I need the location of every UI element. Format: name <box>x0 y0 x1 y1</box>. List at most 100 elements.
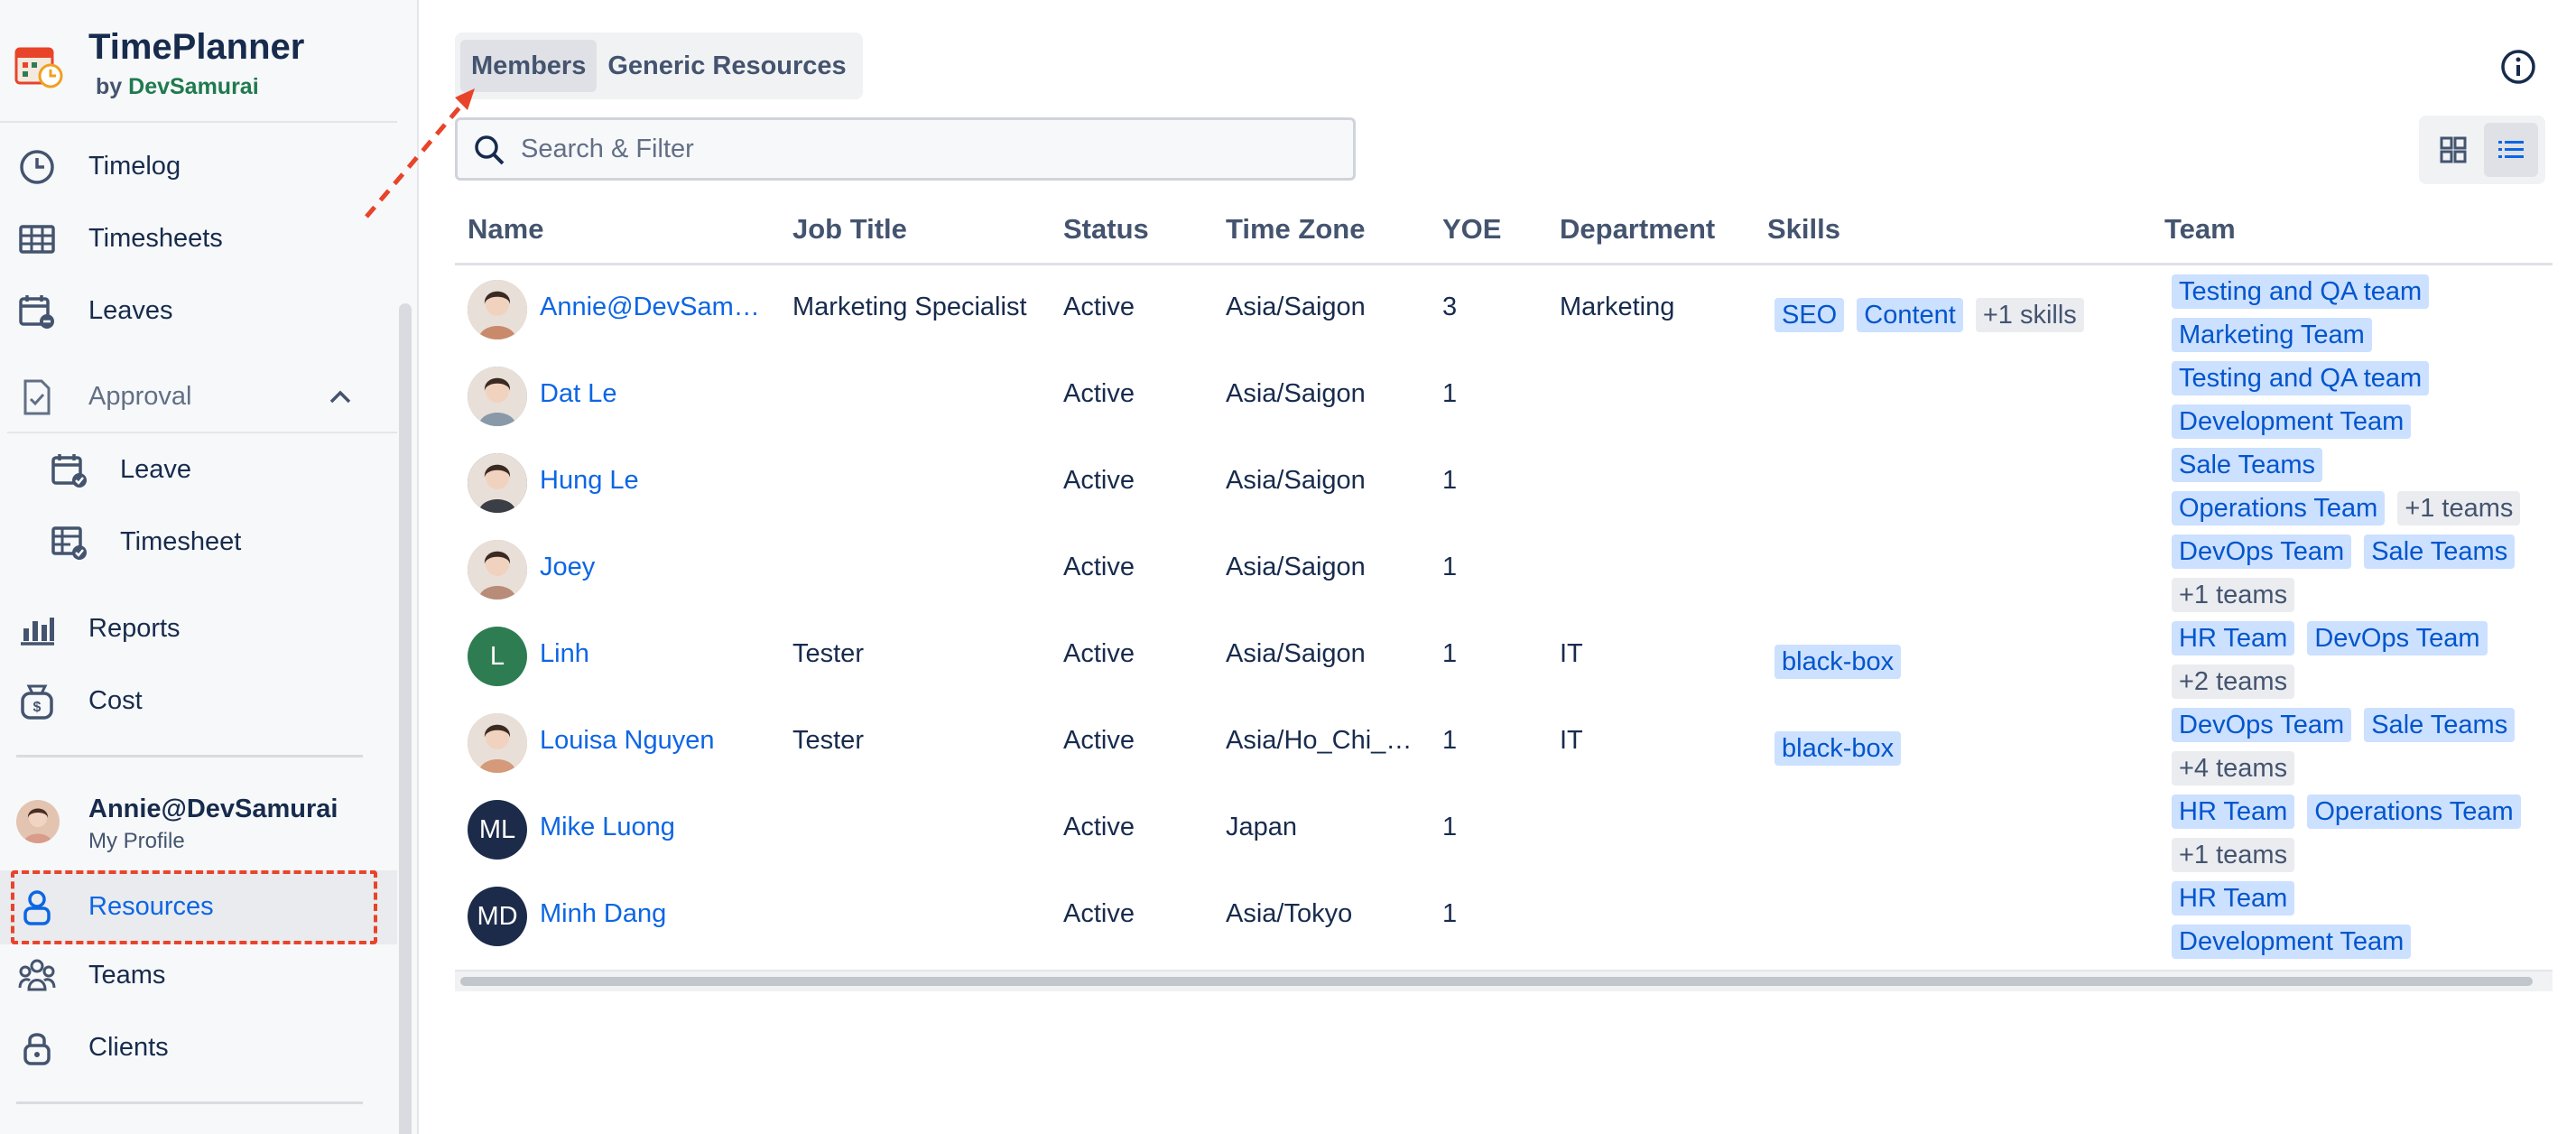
skills-more-chip[interactable]: +1 skills <box>1975 298 2084 332</box>
column-header[interactable]: Team <box>2164 213 2236 246</box>
time-zone: Asia/Saigon <box>1226 293 1366 321</box>
sidebar-item-label: Reports <box>88 614 181 643</box>
job-title: Marketing Specialist <box>792 293 1027 321</box>
sidebar-item-approval[interactable]: Approval <box>0 364 397 429</box>
yoe-value: 1 <box>1442 466 1458 495</box>
yoe-value: 1 <box>1442 379 1458 408</box>
sidebar-item-leaves[interactable]: Leaves <box>0 278 397 343</box>
grid-view-button[interactable] <box>2426 123 2480 177</box>
sidebar-item-clients[interactable]: Clients <box>0 1015 397 1080</box>
team-line: Sale Teams <box>2172 448 2335 484</box>
department: IT <box>1560 639 1583 668</box>
team-chip: HR Team <box>2172 795 2295 829</box>
column-header[interactable]: YOE <box>1442 213 1501 246</box>
column-header[interactable]: Skills <box>1767 213 1840 246</box>
sidebar: TimePlanner by DevSamurai Timelog Timesh… <box>0 0 419 1134</box>
column-header[interactable]: Department <box>1560 213 1715 246</box>
tab-generic-resources[interactable]: Generic Resources <box>597 40 857 92</box>
sidebar-item-timesheet[interactable]: Timesheet <box>0 509 397 574</box>
yoe-value: 1 <box>1442 813 1458 841</box>
info-icon[interactable] <box>2500 49 2536 85</box>
yoe-value: 1 <box>1442 639 1458 668</box>
scrollbar-thumb[interactable] <box>460 977 2533 986</box>
member-name-link[interactable]: Mike Luong <box>540 813 675 842</box>
yoe-value: 1 <box>1442 553 1458 581</box>
team-line: Testing and QA team <box>2172 274 2442 311</box>
clipboard-check-icon <box>23 379 51 415</box>
skill-chip: black-box <box>1774 731 1902 766</box>
skill-chip: Content <box>1857 298 1963 332</box>
team-chip: Development Team <box>2172 404 2412 439</box>
status-text: Active <box>1063 639 1135 668</box>
team-chip: HR Team <box>2172 621 2295 655</box>
time-zone: Asia/Tokyo <box>1226 899 1353 928</box>
column-header[interactable]: Time Zone <box>1226 213 1365 246</box>
status-text: Active <box>1063 726 1135 755</box>
profile-link[interactable]: My Profile <box>88 829 185 854</box>
sidebar-item-timelog[interactable]: Timelog <box>0 134 397 199</box>
avatar <box>16 800 60 843</box>
avatar: ML <box>468 800 527 860</box>
list-icon <box>2498 141 2524 158</box>
teams-more-chip[interactable]: +2 teams <box>2172 665 2295 699</box>
timeplanner-logo <box>14 47 63 88</box>
department: Marketing <box>1560 293 1675 321</box>
teams-more-chip[interactable]: +1 teams <box>2397 491 2521 525</box>
status-text: Active <box>1063 466 1135 495</box>
table-row[interactable]: Hung Le Active Asia/Saigon 1 Sale Teams Opera… <box>455 441 2553 527</box>
member-name-link[interactable]: Hung Le <box>540 466 639 496</box>
sidebar-item-cost[interactable]: $ Cost <box>0 668 397 733</box>
list-view-button[interactable] <box>2484 123 2538 177</box>
sidebar-item-teams[interactable]: Teams <box>0 943 397 1008</box>
skills-chips: black-box <box>1774 645 1913 679</box>
team-chip: DevOps Team <box>2172 708 2352 742</box>
column-header[interactable]: Name <box>468 213 543 246</box>
team-chip: Testing and QA team <box>2172 361 2430 395</box>
table-row[interactable]: MD Minh Dang Active Asia/Tokyo 1 HR Team Devel… <box>455 874 2553 961</box>
member-name-link[interactable]: Dat Le <box>540 379 616 409</box>
member-name-link[interactable]: Linh <box>540 639 589 669</box>
main-content: Members Generic Resources Name Job Title… <box>419 0 2576 1134</box>
team-line: DevOps Team Sale Teams <box>2172 534 2527 571</box>
skills-chips: SEO Content +1 skills <box>1774 298 2097 332</box>
member-name-link[interactable]: Joey <box>540 553 595 582</box>
column-header[interactable]: Job Title <box>792 213 907 246</box>
column-header[interactable]: Status <box>1063 213 1149 246</box>
table-row[interactable]: Dat Le Active Asia/Saigon 1 Testing and QA t… <box>455 354 2553 441</box>
sidebar-item-timesheets[interactable]: Timesheets <box>0 206 397 271</box>
table-row[interactable]: Annie@DevSam… Marketing Specialist Active A… <box>455 267 2553 354</box>
sidebar-item-label: Leaves <box>88 296 173 325</box>
tab-members[interactable]: Members <box>460 40 598 92</box>
search-input[interactable] <box>521 129 1333 169</box>
team-chip: Marketing Team <box>2172 318 2372 352</box>
table-row[interactable]: Joey Active Asia/Saigon 1 DevOps Team Sale Te… <box>455 527 2553 614</box>
teams-more-chip[interactable]: +4 teams <box>2172 751 2295 785</box>
avatar: MD <box>468 887 527 946</box>
team-line: +4 teams <box>2172 751 2307 787</box>
brand-by: by <box>96 74 123 99</box>
client-lock-icon <box>23 1033 51 1065</box>
table-row[interactable]: ML Mike Luong Active Japan 1 HR Team Operation… <box>455 787 2553 874</box>
sidebar-scrollbar[interactable] <box>399 303 412 1134</box>
sidebar-item-reports[interactable]: Reports <box>0 596 397 661</box>
chevron-up-icon[interactable] <box>327 384 354 411</box>
table-header: Name Job Title Status Time Zone YOE Depa… <box>455 200 2553 265</box>
team-chip: Sale Teams <box>2364 534 2516 569</box>
horizontal-scrollbar[interactable] <box>455 970 2553 991</box>
member-name-link[interactable]: Minh Dang <box>540 899 666 929</box>
time-zone: Asia/Saigon <box>1226 466 1366 495</box>
teams-more-chip[interactable]: +1 teams <box>2172 578 2295 612</box>
table-row[interactable]: L Linh Tester Active Asia/Saigon 1 IT black-box… <box>455 614 2553 701</box>
person-lock-icon <box>23 890 51 925</box>
sidebar-item-leave[interactable]: Leave <box>0 437 397 502</box>
search-icon <box>475 135 505 165</box>
sidebar-item-label: Leave <box>120 455 192 484</box>
sidebar-item-label: Teams <box>88 961 166 990</box>
member-name-link[interactable]: Annie@DevSam… <box>540 293 760 322</box>
table-row[interactable]: Louisa Nguyen Tester Active Asia/Ho_Chi_… 1 I… <box>455 701 2553 787</box>
profile[interactable]: Annie@DevSamurai My Profile <box>0 784 397 874</box>
teams-more-chip[interactable]: +1 teams <box>2172 838 2295 872</box>
sidebar-item-resources[interactable]: Resources <box>0 870 397 944</box>
search-box[interactable] <box>455 117 1356 181</box>
member-name-link[interactable]: Louisa Nguyen <box>540 726 714 756</box>
